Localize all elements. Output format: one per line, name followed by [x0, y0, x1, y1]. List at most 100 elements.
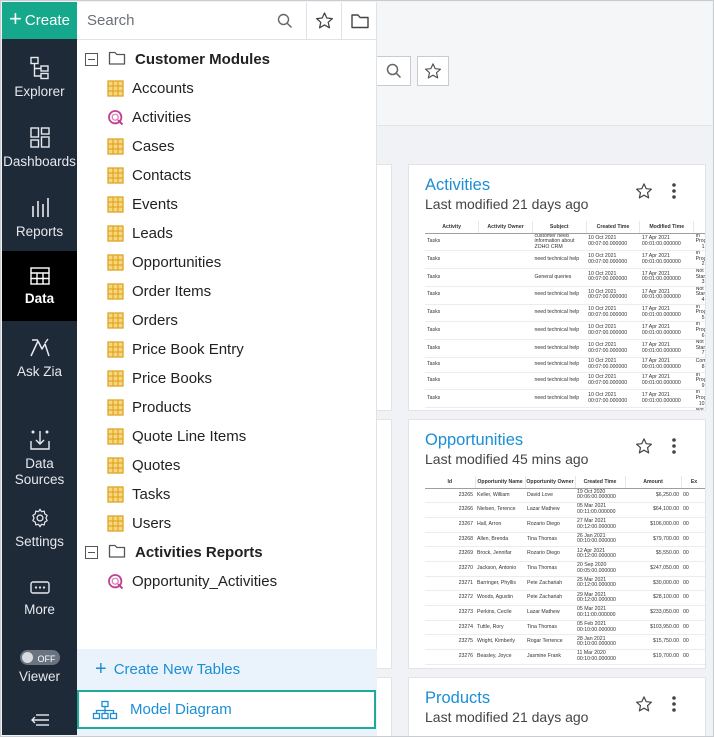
gear-icon: [31, 508, 48, 528]
nav-more[interactable]: More: [2, 578, 77, 618]
card-edge: [377, 164, 392, 411]
table-cell: need technical help: [532, 321, 587, 341]
table-cell: 10 Oct 2021 00:07:00.000000: [586, 286, 640, 305]
table-cell: 10 Oct 2021 00:07:00.000000: [586, 268, 640, 287]
table-list-item[interactable]: Opportunity_Activities: [77, 567, 377, 596]
nav-dashboards[interactable]: Dashboards: [2, 126, 77, 170]
card-title[interactable]: Opportunities: [425, 431, 523, 450]
favorites-button[interactable]: [307, 2, 342, 39]
table-cell: $233,050.00: [625, 605, 681, 621]
table-list-item[interactable]: Opportunities: [77, 248, 377, 277]
table-list-item[interactable]: Leads: [77, 219, 377, 248]
table-cell: 05 Feb 2021 00:10:00.000000: [575, 620, 625, 636]
nav-settings[interactable]: Settings: [2, 506, 77, 550]
panel-toolbar: [77, 2, 377, 40]
table-list-item[interactable]: Quotes: [77, 451, 377, 480]
nav-reports[interactable]: Reports: [2, 196, 77, 240]
table-cell: 00: [681, 532, 705, 548]
table-card-products[interactable]: Products Last modified 21 days ago: [408, 677, 706, 737]
table-list-item[interactable]: Orders: [77, 306, 377, 335]
table-list-item[interactable]: Order Items: [77, 277, 377, 306]
column-header: Id: [425, 476, 476, 489]
card-title[interactable]: Products: [425, 689, 490, 708]
table-cell: $5,550.00: [625, 546, 681, 562]
table-cell: Not Started 7: [693, 339, 706, 358]
search-input[interactable]: [87, 12, 277, 29]
table-list-item[interactable]: Users: [77, 509, 377, 538]
card-subtitle: Last modified 21 days ago: [425, 709, 589, 725]
nav-label: Explorer: [14, 84, 65, 99]
nav-label: Viewer: [18, 669, 61, 684]
more-vertical-icon[interactable]: [671, 695, 677, 718]
table-cell: [478, 286, 533, 305]
table-cell: need technical help: [532, 372, 587, 391]
folder-group[interactable]: Activities Reports: [77, 538, 377, 567]
table-card-activities[interactable]: Activities Last modified 21 days ago Act…: [408, 164, 706, 411]
folder-icon: [350, 13, 369, 28]
table-name: Price Books: [132, 370, 213, 387]
star-icon[interactable]: [635, 695, 653, 718]
table-name: Contacts: [132, 167, 192, 184]
table-list-item[interactable]: Activities: [77, 103, 377, 132]
table-list-item[interactable]: Contacts: [77, 161, 377, 190]
table-row: 23276 Beasley, Joyce Jasmine Frank 11 Mar 2…: [425, 649, 705, 665]
nav-explorer[interactable]: Explorer: [2, 56, 77, 100]
collapse-toggle-icon[interactable]: [85, 53, 98, 66]
table-cell: 17 Apr 2021 00:01:00.000000: [639, 268, 694, 287]
table-cell: 27 Mar 2021 00:12:00.000000: [575, 517, 625, 533]
model-diagram-button[interactable]: Model Diagram: [77, 690, 376, 729]
table-cell: Nielsen, Terence: [475, 502, 525, 518]
table-cell: [478, 407, 533, 410]
table-row: 23269 Brock, Jennifar Rozario Diego 12 Apr …: [425, 546, 705, 562]
card-title[interactable]: Activities: [425, 176, 490, 195]
column-header: Created Time: [575, 476, 626, 489]
table-list-item[interactable]: Quote Line Items: [77, 422, 377, 451]
table-cell: Hall, Arron: [475, 517, 525, 533]
table-icon: [106, 138, 124, 156]
table-cell: [478, 389, 533, 409]
left-nav-rail: + Create Explorer Dashboards Reports Dat…: [2, 2, 77, 735]
table-list-item[interactable]: Tasks: [77, 480, 377, 509]
card-subtitle: Last modified 45 mins ago: [425, 451, 589, 467]
table-cell: 10 Oct 2021 00:07:00.000000: [586, 407, 640, 410]
workspace-search-button[interactable]: [377, 56, 411, 86]
table-card-opportunities[interactable]: Opportunities Last modified 45 mins ago …: [408, 419, 706, 669]
nav-viewer-toggle[interactable]: OFF Viewer: [2, 650, 77, 685]
table-name: Opportunities: [132, 254, 222, 271]
create-new-tables-button[interactable]: + Create New Tables: [77, 649, 377, 689]
folder-group[interactable]: Customer Modules: [77, 45, 377, 74]
table-list-item[interactable]: Cases: [77, 132, 377, 161]
table-list-item[interactable]: Events: [77, 190, 377, 219]
table-list-item[interactable]: Accounts: [77, 74, 377, 103]
nav-data-sources[interactable]: Data Sources: [2, 428, 77, 488]
table-cell: 29 Mar 2021 00:12:00.000000: [575, 590, 625, 606]
table-row: Tasks need technical help 10 Oct 2021 00:0…: [425, 286, 705, 305]
table-row: Tasks need technical help 10 Oct 2021 00:0…: [425, 372, 705, 391]
star-icon[interactable]: [635, 182, 653, 205]
viewer-toggle-switch[interactable]: OFF: [19, 650, 60, 665]
table-cell: need information about CRM: [532, 407, 587, 410]
table-list-item[interactable]: Price Books: [77, 364, 377, 393]
table-cell: need technical help: [532, 286, 587, 305]
table-row: Tasks need information about CRM10 Oct 20…: [425, 407, 705, 410]
more-vertical-icon[interactable]: [671, 182, 677, 205]
nav-data[interactable]: Data: [2, 251, 77, 321]
more-vertical-icon[interactable]: [671, 437, 677, 460]
table-cell: Perkins, Cecile: [475, 605, 525, 621]
star-icon[interactable]: [635, 437, 653, 460]
table-cell: 00: [681, 488, 705, 504]
table-cell: Tasks: [425, 372, 479, 391]
folder-view-button[interactable]: [342, 2, 377, 39]
column-header: Subject: [532, 221, 587, 234]
collapse-toggle-icon[interactable]: [85, 546, 98, 559]
create-button[interactable]: + Create: [2, 2, 77, 39]
table-list-item[interactable]: Price Book Entry: [77, 335, 377, 364]
table-list-item[interactable]: Products: [77, 393, 377, 422]
search-icon[interactable]: [277, 13, 293, 29]
table-name: Opportunity_Activities: [132, 573, 278, 590]
collapse-nav-button[interactable]: [2, 705, 77, 735]
workspace-favorite-button[interactable]: [417, 56, 449, 86]
table-cell: 17 Apr 2021 00:01:00.000000: [639, 389, 694, 409]
nav-ask-zia[interactable]: Ask Zia: [2, 336, 77, 380]
card-edge: [377, 677, 392, 737]
